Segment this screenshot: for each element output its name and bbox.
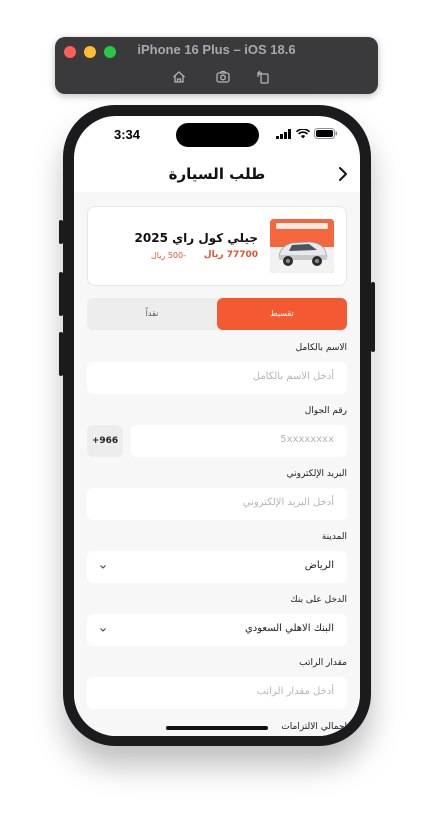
bank-value: البنك الاهلي السعودي <box>244 623 334 634</box>
signal-icon <box>276 128 291 139</box>
volume-up-button <box>59 272 63 316</box>
email-placeholder: أدخل البريد الإلكتروني <box>242 497 334 508</box>
page-title: طلب السيارة <box>168 165 266 183</box>
tab-installment[interactable]: تقسيط <box>217 298 347 330</box>
city-value: الرياض <box>304 560 334 571</box>
tab-cash[interactable]: نقداً <box>87 298 217 330</box>
home-icon[interactable] <box>171 69 187 85</box>
mobile-field[interactable]: 5xxxxxxxx <box>131 425 347 457</box>
status-icons <box>276 128 338 139</box>
full-name-field[interactable]: أدخل الاسم بالكامل <box>87 362 347 394</box>
chevron-down-icon <box>100 628 106 632</box>
down-payment: -500 ريال <box>150 251 186 260</box>
dynamic-island <box>176 123 259 147</box>
bank-label: الدخل على بنك <box>290 595 347 605</box>
salary-label: مقدار الراتب <box>299 658 347 668</box>
power-button <box>371 282 375 352</box>
volume-down-button <box>59 332 63 376</box>
payment-method-tabs: نقداً تقسيط <box>87 298 347 330</box>
home-indicator[interactable] <box>166 726 268 730</box>
chevron-right-icon <box>339 167 347 181</box>
salary-field[interactable]: أدخل مقدار الراتب <box>87 677 347 709</box>
rotate-icon[interactable] <box>255 69 271 85</box>
car-price: 77700 ريال <box>203 250 258 260</box>
car-image <box>270 219 334 273</box>
mobile-label: رقم الجوال <box>304 406 347 416</box>
bank-select[interactable]: البنك الاهلي السعودي <box>87 614 347 646</box>
action-button <box>59 220 63 244</box>
back-button[interactable] <box>336 165 350 183</box>
chevron-down-icon <box>100 565 106 569</box>
city-label: المدينة <box>321 532 347 542</box>
battery-icon <box>314 128 337 139</box>
request-form: جيلي كول راي 2025 77700 ريال -500 ريال ن… <box>74 192 360 736</box>
screenshot-icon[interactable] <box>215 69 231 85</box>
email-field[interactable]: أدخل البريد الإلكتروني <box>87 488 347 520</box>
simulator-toolbar: iPhone 16 Plus – iOS 18.6 <box>55 37 378 94</box>
salary-placeholder: أدخل مقدار الراتب <box>256 686 334 697</box>
full-name-placeholder: أدخل الاسم بالكامل <box>252 371 334 382</box>
full-name-label: الاسم بالكامل <box>295 343 347 353</box>
car-summary-card[interactable]: جيلي كول راي 2025 77700 ريال -500 ريال <box>87 206 347 286</box>
status-time: 3:34 <box>114 127 141 142</box>
car-name: جيلي كول راي 2025 <box>134 231 258 245</box>
country-code[interactable]: +966 <box>87 425 123 457</box>
phone-screen: 3:34 طلب السيارة جيلي كول راي 2025 77700… <box>74 116 360 736</box>
obligations-label: اجمالي الالتزامات <box>281 722 347 732</box>
wifi-icon <box>296 128 310 138</box>
simulator-title: iPhone 16 Plus – iOS 18.6 <box>137 42 296 57</box>
mobile-placeholder: 5xxxxxxxx <box>280 434 334 445</box>
city-select[interactable]: الرياض <box>87 551 347 583</box>
email-label: البريد الإلكتروني <box>286 469 347 479</box>
